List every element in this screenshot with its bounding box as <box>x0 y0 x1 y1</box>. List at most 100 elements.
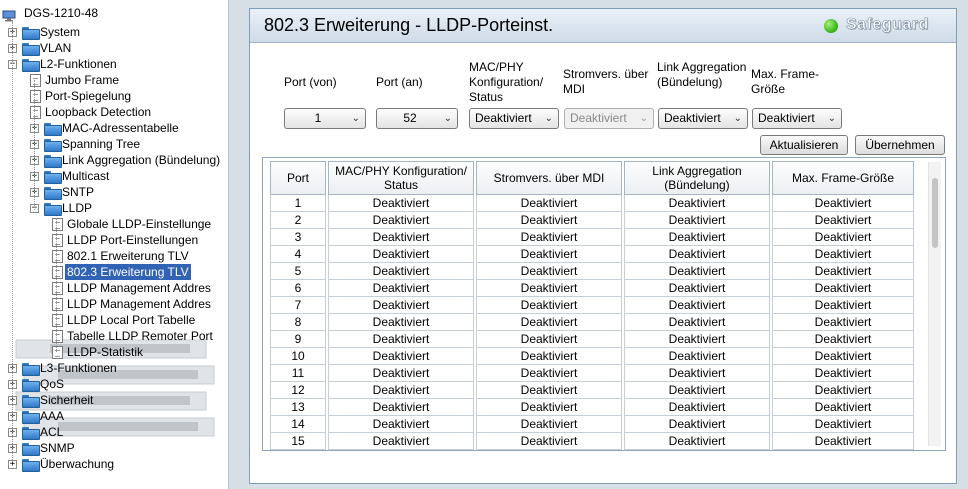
tree-item-label: SNTP <box>62 185 95 199</box>
refresh-button[interactable]: Aktualisieren <box>760 135 848 155</box>
scrollbar-thumb[interactable] <box>932 178 938 248</box>
table-header-row: Port MAC/PHY Konfiguration/ Status Strom… <box>270 161 914 195</box>
tree-item-label: AAA <box>40 409 65 423</box>
cell-maxframe: Deaktiviert <box>772 348 914 365</box>
cell-port: 1 <box>270 195 326 212</box>
page-icon <box>52 314 63 327</box>
tree-item-label: Tabelle LLDP Remoter Port <box>67 329 213 343</box>
folder-icon <box>22 27 40 40</box>
port-from-select[interactable]: 1 ⌄ <box>284 108 366 129</box>
cell-port: 3 <box>270 229 326 246</box>
cell-linkagg: Deaktiviert <box>624 212 770 229</box>
cell-port: 12 <box>270 382 326 399</box>
macphy-select[interactable]: Deaktiviert ⌄ <box>469 108 559 129</box>
tree-connector-line <box>56 218 57 352</box>
chevron-down-icon: ⌄ <box>639 113 648 124</box>
cell-linkagg: Deaktiviert <box>624 348 770 365</box>
cell-maxframe: Deaktiviert <box>772 433 914 450</box>
page-icon <box>52 346 63 359</box>
page-icon <box>52 298 63 311</box>
table-row: 8 Deaktiviert Deaktiviert Deaktiviert Deakti… <box>270 314 914 331</box>
cell-maxframe: Deaktiviert <box>772 229 914 246</box>
tree-item-label: L2-Funktionen <box>40 57 117 71</box>
tree-item-label: LLDP-Statistik <box>67 345 144 359</box>
folder-icon <box>44 155 62 168</box>
cell-linkagg: Deaktiviert <box>624 399 770 416</box>
cell-port: 5 <box>270 263 326 280</box>
chevron-down-icon: ⌄ <box>827 113 836 124</box>
cell-maxframe: Deaktiviert <box>772 331 914 348</box>
tree-item-label: Globale LLDP-Einstellunge <box>67 217 212 231</box>
cell-macphy: Deaktiviert <box>328 399 474 416</box>
tree-connector-line <box>34 80 35 210</box>
folder-icon <box>22 411 40 424</box>
cell-power: Deaktiviert <box>476 365 622 382</box>
tree-item-label: MAC-Adressentabelle <box>62 121 179 135</box>
cell-linkagg: Deaktiviert <box>624 263 770 280</box>
folder-icon <box>22 59 40 72</box>
apply-button[interactable]: Übernehmen <box>855 135 945 155</box>
folder-icon <box>44 203 62 216</box>
cell-port: 14 <box>270 416 326 433</box>
tree-connector-line <box>12 22 13 462</box>
tree-item-label: 802.1 Erweiterung TLV <box>67 249 189 263</box>
cell-macphy: Deaktiviert <box>328 263 474 280</box>
tree-item-label: Multicast <box>62 169 110 183</box>
link-aggregation-value: Deaktiviert <box>664 111 721 125</box>
cell-power: Deaktiviert <box>476 229 622 246</box>
cell-power: Deaktiviert <box>476 433 622 450</box>
tree-root-label: DGS-1210-48 <box>24 6 99 20</box>
tree-item-label: ACL <box>40 425 64 439</box>
cell-port: 13 <box>270 399 326 416</box>
folder-icon <box>22 443 40 456</box>
cell-macphy: Deaktiviert <box>328 433 474 450</box>
cell-linkagg: Deaktiviert <box>624 331 770 348</box>
chevron-down-icon: ⌄ <box>544 113 553 124</box>
cell-maxframe: Deaktiviert <box>772 399 914 416</box>
cell-power: Deaktiviert <box>476 263 622 280</box>
table-row: 2 Deaktiviert Deaktiviert Deaktiviert Deakti… <box>270 212 914 229</box>
link-aggregation-select[interactable]: Deaktiviert ⌄ <box>658 108 748 129</box>
main-content: 802.3 Erweiterung - LLDP-Porteinst. Safe… <box>228 0 968 489</box>
cell-linkagg: Deaktiviert <box>624 246 770 263</box>
table-row: 6 Deaktiviert Deaktiviert Deaktiviert Deakti… <box>270 280 914 297</box>
cell-power: Deaktiviert <box>476 297 622 314</box>
tree-item-label: Spanning Tree <box>62 137 141 151</box>
chevron-down-icon: ⌄ <box>733 113 742 124</box>
page-icon <box>52 234 63 247</box>
cell-maxframe: Deaktiviert <box>772 280 914 297</box>
col-header-linkagg: Link Aggregation (Bündelung) <box>624 161 770 195</box>
tree-item-label: Port-Spiegelung <box>45 89 132 103</box>
col-header-macphy: MAC/PHY Konfiguration/ Status <box>328 161 474 195</box>
cell-maxframe: Deaktiviert <box>772 365 914 382</box>
port-to-select[interactable]: 52 ⌄ <box>376 108 458 129</box>
cell-power: Deaktiviert <box>476 280 622 297</box>
folder-icon <box>44 123 62 136</box>
port-table: Port MAC/PHY Konfiguration/ Status Strom… <box>268 161 916 450</box>
switch-icon <box>2 10 16 22</box>
page-icon <box>52 282 63 295</box>
table-scrollbar[interactable] <box>928 162 941 446</box>
page-icon <box>30 74 41 87</box>
cell-port: 2 <box>270 212 326 229</box>
cell-power: Deaktiviert <box>476 348 622 365</box>
page-title: 802.3 Erweiterung - LLDP-Porteinst. <box>264 15 554 35</box>
tree-item-label: Überwachung <box>40 457 115 471</box>
navigation-tree: DGS-1210-48 + System + VLAN − L2-Funktionen Ju… <box>0 0 228 489</box>
cell-maxframe: Deaktiviert <box>772 263 914 280</box>
cell-power: Deaktiviert <box>476 382 622 399</box>
cell-maxframe: Deaktiviert <box>772 314 914 331</box>
cell-port: 15 <box>270 433 326 450</box>
chevron-down-icon: ⌄ <box>351 113 360 124</box>
table-row: 4 Deaktiviert Deaktiviert Deaktiviert Deakti… <box>270 246 914 263</box>
safeguard-indicator[interactable]: Safeguard <box>824 15 942 37</box>
cell-macphy: Deaktiviert <box>328 195 474 212</box>
macphy-value: Deaktiviert <box>475 111 532 125</box>
col-header-power: Stromvers. über MDI <box>476 161 622 195</box>
page-icon <box>52 330 63 343</box>
cell-macphy: Deaktiviert <box>328 382 474 399</box>
folder-icon <box>22 459 40 472</box>
cell-macphy: Deaktiviert <box>328 212 474 229</box>
max-frame-select[interactable]: Deaktiviert ⌄ <box>752 108 842 129</box>
tree-item-label: QoS <box>40 377 65 391</box>
